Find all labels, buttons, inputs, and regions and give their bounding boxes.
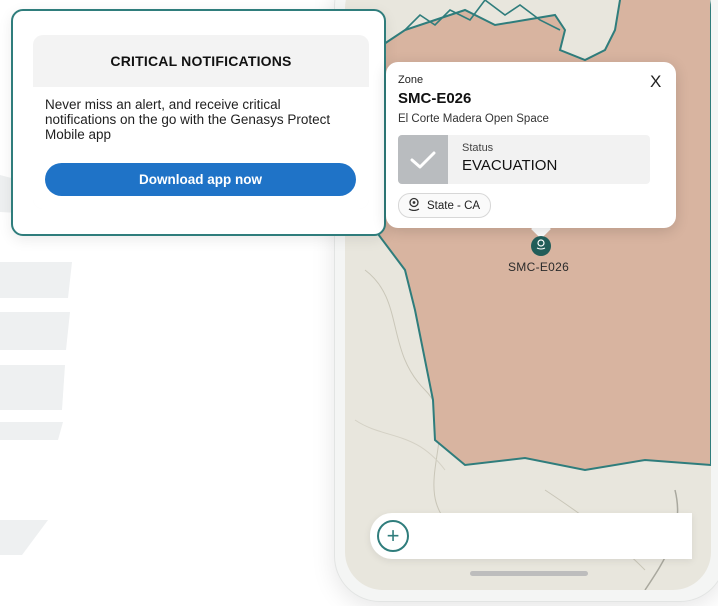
bottom-action-bar	[370, 513, 692, 559]
state-chip-label: State - CA	[427, 199, 481, 212]
close-popup-button[interactable]: X	[650, 72, 661, 92]
card-description: Never miss an alert, and receive critica…	[45, 97, 331, 142]
zone-marker[interactable]	[531, 236, 551, 256]
card-title: CRITICAL NOTIFICATIONS	[110, 53, 292, 69]
zone-label: Zone	[398, 74, 424, 86]
checkmark-icon	[398, 135, 448, 184]
zone-id: SMC-E026	[398, 90, 472, 107]
status-label: Status	[462, 142, 494, 154]
critical-notifications-card: CRITICAL NOTIFICATIONS Never miss an ale…	[11, 9, 386, 236]
location-pin-icon	[407, 197, 421, 214]
zone-info-popup: Zone SMC-E026 El Corte Madera Open Space…	[386, 62, 676, 228]
zone-name: El Corte Madera Open Space	[398, 113, 549, 125]
home-indicator	[470, 571, 588, 576]
state-chip[interactable]: State - CA	[398, 193, 492, 218]
status-box: Status EVACUATION O	[398, 135, 650, 184]
location-pin-icon	[535, 237, 547, 255]
status-value: EVACUATION O	[462, 157, 562, 174]
add-button[interactable]: +	[377, 520, 409, 552]
download-app-button[interactable]: Download app now	[45, 163, 356, 196]
zone-marker-label: SMC-E026	[508, 260, 570, 274]
